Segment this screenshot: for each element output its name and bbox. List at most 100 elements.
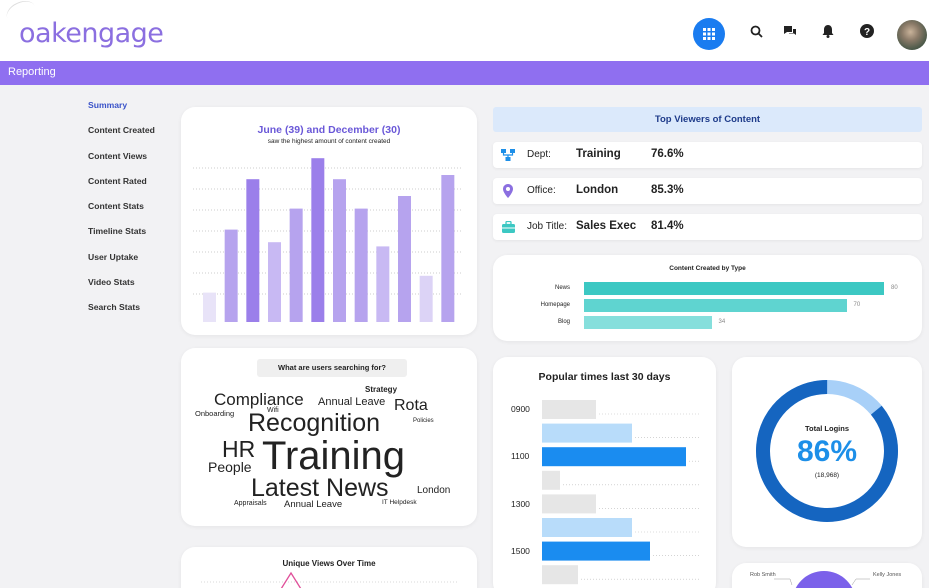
bar[interactable] [542,423,632,443]
bar[interactable] [542,541,650,561]
chat-icon [784,25,796,35]
viewer-row-office: Office: London 85.3% [493,178,922,204]
category-label: Blog [557,319,570,325]
bar[interactable] [224,229,238,322]
viewer-value: Sales Exec [576,220,637,232]
content-by-type-title: Content Created by Type [669,265,746,272]
oakengage-logo[interactable]: oakengage [19,18,164,49]
search-term: Onboarding [195,409,235,418]
nav-item-content-created[interactable]: Content Created [88,125,178,150]
viewer-row-job-title: Job Title: Sales Exec 81.4% [493,214,922,240]
viewer-row-dept: Dept: Training 76.6% [493,142,922,168]
bar[interactable] [376,246,390,322]
bar[interactable] [268,242,281,322]
nav-item-user-uptake[interactable]: User Uptake [88,252,178,277]
bar[interactable] [542,470,560,490]
search-term: IT Helpdesk [382,499,417,506]
nav-item-summary[interactable]: Summary [88,100,178,125]
bar[interactable] [354,208,368,322]
svg-text:?: ? [864,27,870,38]
nav-item-video-stats[interactable]: Video Stats [88,277,178,302]
bar[interactable] [246,179,260,322]
help-icon: ? [860,24,874,38]
bar[interactable] [289,208,303,322]
bar[interactable] [333,179,346,322]
bar[interactable] [398,196,411,322]
section-title: Reporting [8,66,56,78]
total-logins-value: 86% [796,435,858,468]
bell-icon [822,25,834,38]
user-avatar[interactable] [897,20,927,50]
search-term: London [417,485,451,496]
search-term: HR [222,436,256,462]
search-term: Annual Leave [284,499,343,510]
viewer-value: London [576,184,619,196]
search-term: Rota [394,397,428,414]
viewers-pie-card: Rob Smith Kelly Jones [732,563,922,588]
bar[interactable] [203,292,216,322]
popular-times-chart [542,400,699,585]
bar[interactable] [584,299,847,312]
search-term: Training [262,434,406,478]
bar[interactable] [584,282,884,295]
search-term: Compliance [214,390,304,409]
top-header: oakengage ? [0,0,929,61]
apps-grid-icon [703,28,715,40]
value-label: 34 [718,319,726,325]
notifications-button[interactable] [817,20,839,42]
nav-item-content-views[interactable]: Content Views [88,151,178,176]
total-logins-count: (18,968) [814,472,840,479]
bar[interactable] [542,447,686,467]
search-term: Latest News [251,474,389,502]
search-term: Policies [413,418,434,424]
bar[interactable] [542,518,632,537]
org-chart-icon [501,148,515,162]
value-label: 80 [891,285,898,291]
bar[interactable] [542,400,596,419]
bar[interactable] [542,494,596,514]
category-label: Homepage [540,302,570,308]
chat-button[interactable] [779,20,801,42]
value-label: 70 [853,302,861,308]
nav-item-content-stats[interactable]: Content Stats [88,201,178,226]
viewer-label: Office: [527,185,556,196]
search-icon [750,25,763,38]
viewer-label: Dept: [527,149,551,160]
search-term: People [208,459,252,475]
search-terms-card: What are users searching for? Strategy C… [181,348,477,526]
bar[interactable] [311,158,325,322]
bar[interactable] [584,316,712,329]
content-by-type-card: Content Created by Type News 80 Homepage 70… [493,255,922,341]
content-created-card: June (39) and December (30) saw the high… [181,107,477,335]
viewers-pie-chart [774,571,870,588]
search-button[interactable] [745,20,767,42]
viewer-percent: 76.6% [651,148,684,160]
top-viewers-header: Top Viewers of Content [493,107,922,132]
briefcase-icon [501,220,515,234]
bar[interactable] [542,565,578,585]
category-label: News [554,285,570,291]
location-pin-icon [501,184,515,198]
unique-views-chart [201,571,457,588]
bar[interactable] [419,275,433,322]
search-term: Strategy [365,385,398,394]
bar[interactable] [441,175,455,322]
nav-item-timeline-stats[interactable]: Timeline Stats [88,226,178,251]
search-terms-title: What are users searching for? [257,359,407,377]
nav-item-content-rated[interactable]: Content Rated [88,176,178,201]
nav-item-search-stats[interactable]: Search Stats [88,302,178,327]
viewer-percent: 81.4% [651,220,684,232]
viewer-percent: 85.3% [651,184,684,196]
content-created-chart [193,158,463,322]
search-term: Annual Leave [318,396,386,408]
total-logins-card: Total Logins 86% (18,968) [732,357,922,547]
unique-views-card: Unique Views Over Time [181,547,477,588]
search-term: Appraisals [234,500,267,507]
apps-grid-button[interactable] [693,18,725,50]
viewer-label: Job Title: [527,221,568,232]
reporting-sidenav: Summary Content Created Content Views Co… [88,100,178,328]
section-bar: Reporting [0,61,929,85]
help-button[interactable]: ? [856,20,878,42]
viewer-value: Training [576,148,621,160]
total-logins-label: Total Logins [804,424,850,433]
